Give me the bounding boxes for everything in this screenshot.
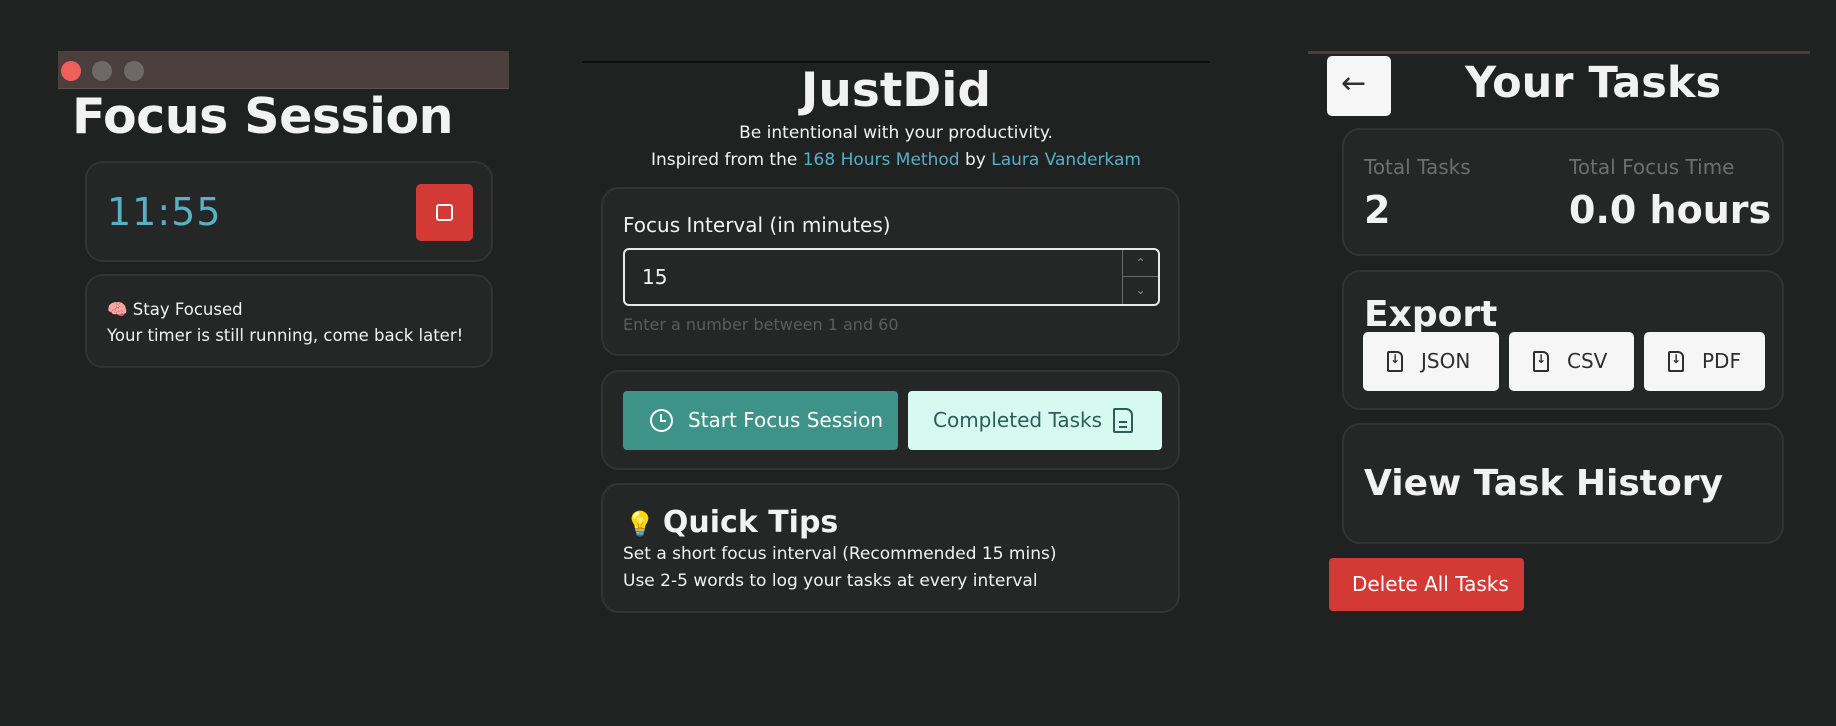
focus-session-title: Focus Session bbox=[72, 88, 454, 145]
start-focus-session-button[interactable]: Start Focus Session bbox=[623, 391, 898, 450]
stop-timer-button[interactable] bbox=[416, 184, 473, 241]
delete-all-tasks-label: Delete All Tasks bbox=[1352, 572, 1509, 596]
start-focus-session-label: Start Focus Session bbox=[688, 408, 883, 432]
total-focus-time-value: 0.0 hours bbox=[1569, 188, 1772, 232]
window-titlebar bbox=[58, 51, 509, 89]
completed-tasks-label: Completed Tasks bbox=[933, 408, 1103, 432]
export-pdf-button[interactable]: PDF bbox=[1644, 332, 1765, 391]
quick-tips-heading: 💡 Quick Tips bbox=[625, 505, 838, 540]
file-download-icon bbox=[1668, 351, 1684, 372]
clock-icon bbox=[650, 409, 673, 432]
lightbulb-icon: 💡 bbox=[625, 510, 655, 538]
tip-item: Set a short focus interval (Recommended … bbox=[623, 544, 1057, 564]
stay-focused-card: 🧠 Stay Focused Your timer is still runni… bbox=[85, 274, 493, 368]
quick-tips-title: Quick Tips bbox=[662, 505, 839, 540]
number-stepper: ⌃ ⌄ bbox=[1122, 250, 1158, 304]
export-pdf-label: PDF bbox=[1702, 349, 1741, 373]
timer-display: 11:55 bbox=[107, 190, 222, 234]
total-tasks-label: Total Tasks bbox=[1364, 155, 1471, 179]
actions-card: Start Focus Session Completed Tasks bbox=[601, 370, 1180, 470]
file-download-icon bbox=[1387, 351, 1403, 372]
stay-focused-title: 🧠 Stay Focused bbox=[107, 300, 243, 319]
by-text: by bbox=[959, 150, 992, 170]
inspired-prefix: Inspired from the bbox=[651, 150, 803, 170]
focus-interval-helper: Enter a number between 1 and 60 bbox=[623, 315, 899, 334]
window-close-button[interactable] bbox=[61, 61, 81, 81]
document-icon bbox=[1113, 408, 1133, 433]
back-button[interactable]: ← bbox=[1327, 56, 1391, 116]
delete-all-tasks-button[interactable]: Delete All Tasks bbox=[1329, 558, 1524, 611]
export-card: Export JSON CSV PDF bbox=[1342, 270, 1784, 410]
export-csv-button[interactable]: CSV bbox=[1509, 332, 1634, 391]
author-link[interactable]: Laura Vanderkam bbox=[991, 150, 1141, 170]
quick-tips-card: 💡 Quick Tips Set a short focus interval (… bbox=[601, 483, 1180, 613]
right-divider bbox=[1308, 51, 1810, 54]
focus-interval-value: 15 bbox=[642, 265, 668, 289]
window-minimize-button[interactable] bbox=[92, 61, 112, 81]
method-link[interactable]: 168 Hours Method bbox=[803, 150, 960, 170]
view-task-history-card[interactable]: View Task History bbox=[1342, 423, 1784, 544]
file-download-icon bbox=[1533, 351, 1549, 372]
completed-tasks-button[interactable]: Completed Tasks bbox=[908, 391, 1162, 450]
total-tasks-value: 2 bbox=[1364, 188, 1391, 232]
arrow-left-icon: ← bbox=[1341, 66, 1367, 101]
task-stats-card: Total Tasks 2 Total Focus Time 0.0 hours bbox=[1342, 128, 1784, 256]
app-title: JustDid bbox=[800, 63, 992, 118]
chevron-up-icon[interactable]: ⌃ bbox=[1123, 250, 1158, 277]
view-task-history-label: View Task History bbox=[1364, 463, 1723, 504]
app-tagline: Be intentional with your productivity. bbox=[739, 123, 1053, 143]
export-title: Export bbox=[1364, 294, 1498, 335]
stay-focused-message: Your timer is still running, come back l… bbox=[107, 326, 464, 345]
total-focus-time-label: Total Focus Time bbox=[1569, 155, 1735, 179]
timer-card: 11:55 bbox=[85, 161, 493, 262]
stop-square-icon bbox=[436, 204, 453, 221]
export-csv-label: CSV bbox=[1567, 349, 1608, 373]
focus-interval-card: Focus Interval (in minutes) 15 ⌃ ⌄ Enter… bbox=[601, 187, 1180, 356]
your-tasks-title: Your Tasks bbox=[1464, 58, 1722, 108]
export-json-label: JSON bbox=[1421, 349, 1471, 373]
window-zoom-button[interactable] bbox=[124, 61, 144, 81]
focus-interval-input[interactable]: 15 ⌃ ⌄ bbox=[623, 248, 1160, 306]
export-json-button[interactable]: JSON bbox=[1363, 332, 1499, 391]
tip-item: Use 2-5 words to log your tasks at every… bbox=[623, 571, 1038, 591]
inspired-line: Inspired from the 168 Hours Method by La… bbox=[582, 150, 1210, 170]
chevron-down-icon[interactable]: ⌄ bbox=[1123, 277, 1158, 304]
focus-interval-label: Focus Interval (in minutes) bbox=[623, 213, 891, 237]
